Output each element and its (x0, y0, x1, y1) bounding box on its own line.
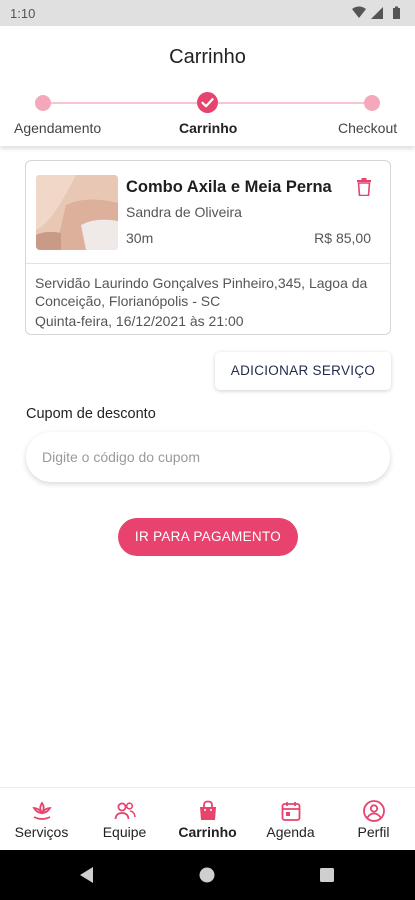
system-nav-bar (0, 850, 415, 900)
cart-item-card: Combo Axila e Meia Perna Sandra de Olive… (25, 160, 391, 335)
signal-icon (371, 7, 383, 19)
status-time: 1:10 (10, 6, 36, 21)
battery-icon (393, 6, 400, 19)
system-nav-buttons (80, 867, 334, 883)
step-carrinho-check[interactable] (197, 92, 218, 113)
service-price: R$ 85,00 (314, 230, 371, 246)
coupon-input[interactable] (26, 432, 390, 482)
status-bar: 1:10 (0, 0, 415, 26)
service-duration: 30m (126, 230, 154, 246)
professional-name: Sandra de Oliveira (126, 204, 242, 220)
step-checkout-dot[interactable] (364, 95, 380, 111)
check-icon (201, 98, 214, 108)
service-image (36, 175, 118, 250)
back-icon[interactable] (80, 867, 93, 883)
header: Carrinho Agendamento Carrinho Checkout (0, 26, 415, 146)
step-agendamento-dot[interactable] (35, 95, 51, 111)
card-divider (26, 263, 390, 264)
stepper-line-2 (218, 102, 366, 104)
nav-label-agenda: Agenda (266, 824, 315, 840)
wifi-icon (352, 6, 366, 18)
lotus-icon (31, 801, 52, 820)
nav-item-agenda[interactable]: Agenda (249, 788, 332, 851)
team-icon (114, 802, 136, 820)
service-address: Servidão Laurindo Gonçalves Pinheiro,345… (35, 275, 368, 309)
add-service-button[interactable]: ADICIONAR SERVIÇO (215, 352, 391, 390)
bottom-nav: Serviços Equipe Carrinho Agenda Perfil (0, 787, 415, 850)
nav-item-servicos[interactable]: Serviços (0, 788, 83, 851)
nav-label-carrinho: Carrinho (178, 824, 237, 840)
go-to-payment-button[interactable]: IR PARA PAGAMENTO (118, 518, 298, 556)
nav-item-perfil[interactable]: Perfil (332, 788, 415, 851)
home-icon[interactable] (199, 867, 215, 883)
coupon-label: Cupom de desconto (26, 406, 156, 422)
page-title: Carrinho (169, 46, 246, 68)
nav-item-equipe[interactable]: Equipe (83, 788, 166, 851)
nav-item-carrinho[interactable]: Carrinho (166, 788, 249, 851)
trash-icon[interactable] (356, 178, 372, 196)
recents-icon[interactable] (320, 868, 334, 882)
status-icons (352, 6, 400, 19)
profile-icon (362, 800, 385, 822)
shopping-bag-icon (199, 800, 216, 820)
service-name: Combo Axila e Meia Perna (126, 178, 332, 196)
stepper-line-1 (50, 102, 198, 104)
nav-label-servicos: Serviços (14, 824, 69, 840)
calendar-icon (281, 802, 300, 821)
step-label-agendamento[interactable]: Agendamento (14, 120, 101, 136)
service-datetime: Quinta-feira, 16/12/2021 às 21:00 (35, 313, 244, 329)
step-label-carrinho[interactable]: Carrinho (179, 120, 237, 136)
nav-label-equipe: Equipe (102, 824, 147, 840)
step-label-checkout[interactable]: Checkout (338, 120, 397, 136)
nav-label-perfil: Perfil (357, 824, 390, 840)
service-thumbnail (36, 175, 118, 250)
